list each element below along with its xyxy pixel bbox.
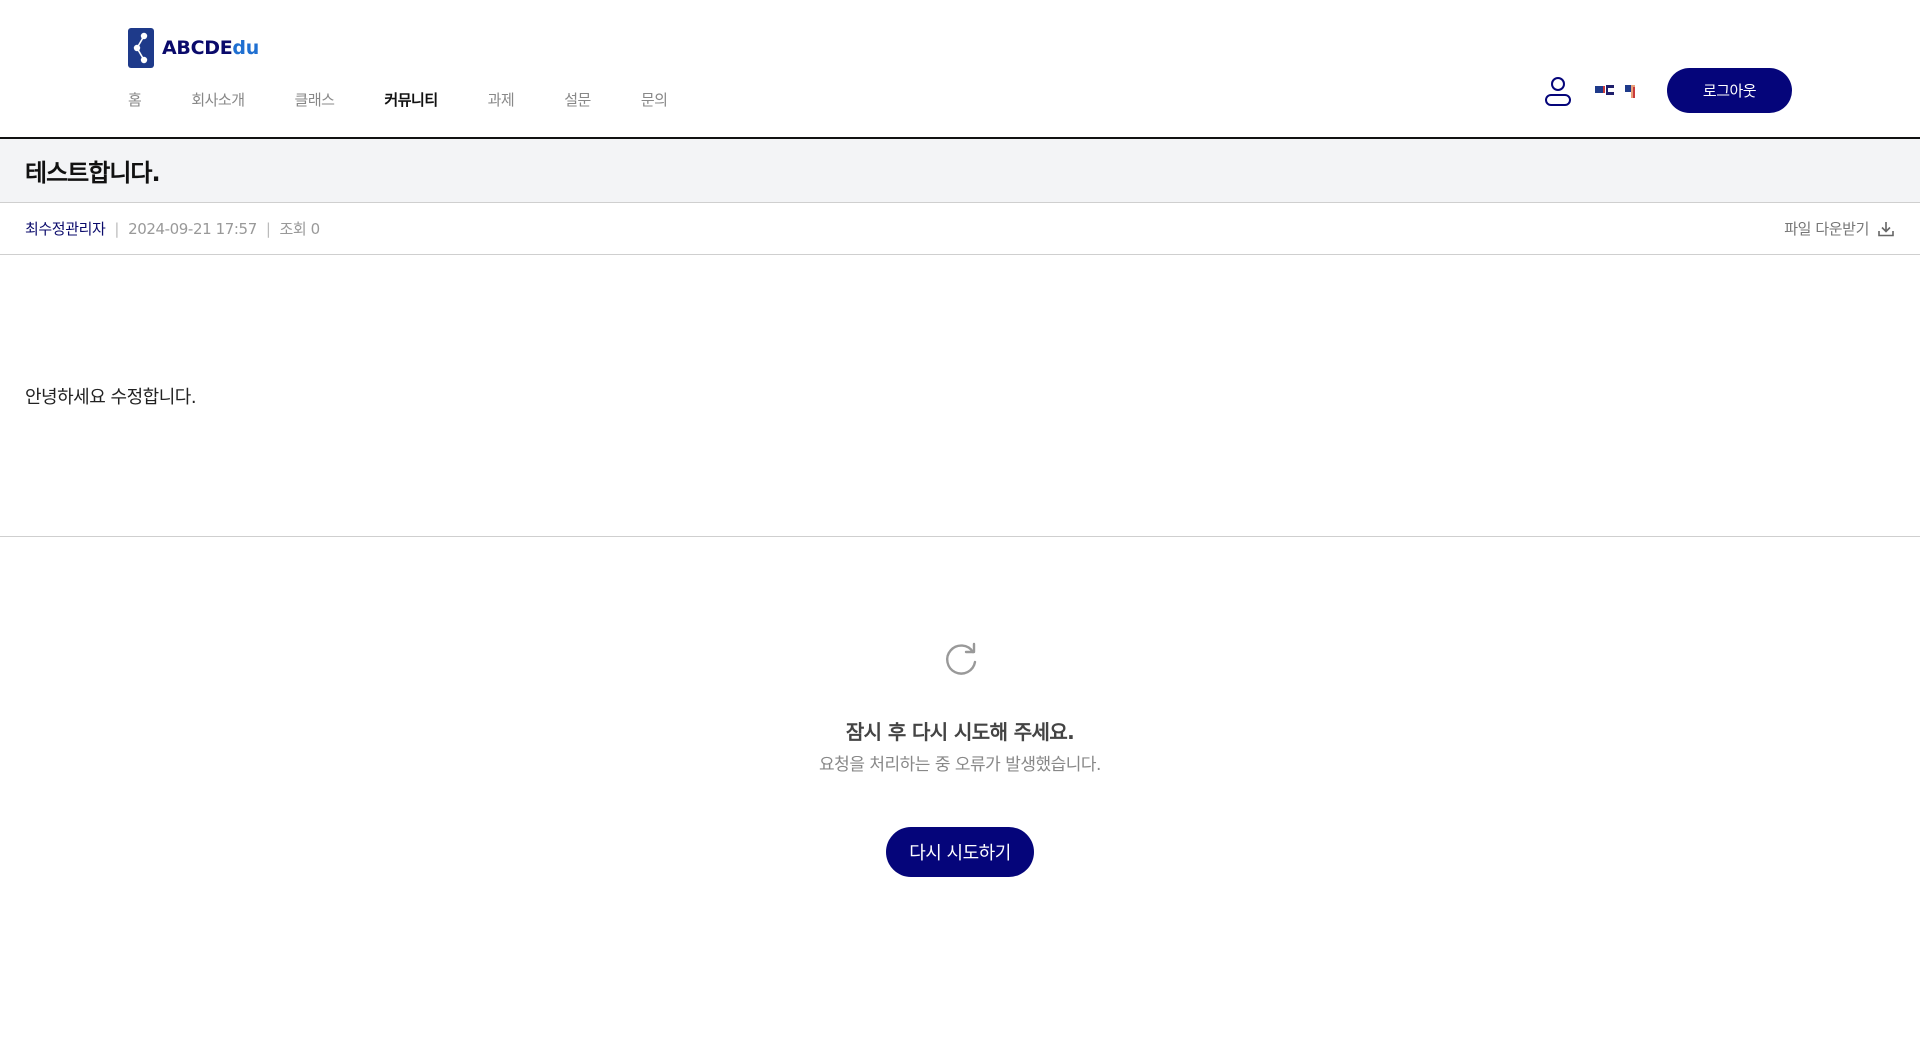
nav-item-home[interactable]: 홈 bbox=[128, 89, 142, 110]
post-content: 안녕하세요 수정합니다. bbox=[0, 255, 1920, 537]
post-title: 테스트합니다. bbox=[25, 159, 161, 187]
nav-item-company[interactable]: 회사소개 bbox=[191, 89, 245, 110]
post-title-bar: 테스트합니다. bbox=[0, 139, 1920, 203]
user-icon[interactable] bbox=[1543, 75, 1573, 107]
refresh-icon bbox=[946, 642, 977, 675]
logo-mark-icon bbox=[128, 28, 154, 68]
post-author: 최수정관리자 bbox=[25, 220, 106, 238]
logo[interactable]: ABCDEdu bbox=[128, 28, 259, 68]
download-icon bbox=[1878, 221, 1894, 236]
file-download-link[interactable]: 파일 다운받기 bbox=[1784, 218, 1895, 239]
nav-item-community[interactable]: 커뮤니티 bbox=[384, 89, 438, 110]
nav-item-assignment[interactable]: 과제 bbox=[488, 89, 515, 110]
error-panel: 잠시 후 다시 시도해 주세요. 요청을 처리하는 중 오류가 발생했습니다. … bbox=[0, 538, 1920, 1041]
language-flag-icon[interactable] bbox=[1595, 82, 1639, 100]
post-views: 조회 0 bbox=[279, 220, 321, 238]
file-download-label: 파일 다운받기 bbox=[1784, 220, 1869, 238]
post-date: 2024-09-21 17:57 bbox=[128, 219, 257, 238]
logout-button[interactable]: 로그아웃 bbox=[1667, 68, 1792, 113]
retry-button[interactable]: 다시 시도하기 bbox=[886, 827, 1034, 877]
main-nav: 홈 회사소개 클래스 커뮤니티 과제 설문 문의 bbox=[128, 88, 717, 110]
nav-item-class[interactable]: 클래스 bbox=[295, 89, 335, 110]
meta-divider: | bbox=[265, 219, 271, 238]
post-meta-bar: 최수정관리자 | 2024-09-21 17:57 | 조회 0 파일 다운받기 bbox=[0, 203, 1920, 255]
header-actions: 로그아웃 bbox=[1543, 68, 1792, 113]
error-description: 요청을 처리하는 중 오류가 발생했습니다. bbox=[819, 755, 1101, 775]
nav-item-inquiry[interactable]: 문의 bbox=[641, 89, 668, 110]
site-header: ABCDEdu 홈 회사소개 클래스 커뮤니티 과제 설문 문의 로그아웃 bbox=[0, 0, 1920, 139]
meta-divider: | bbox=[114, 219, 120, 238]
nav-item-survey[interactable]: 설문 bbox=[564, 89, 591, 110]
post-meta: 최수정관리자 | 2024-09-21 17:57 | 조회 0 bbox=[25, 218, 320, 239]
post-body: 안녕하세요 수정합니다. bbox=[25, 387, 197, 408]
logo-text: ABCDEdu bbox=[162, 37, 259, 59]
error-title: 잠시 후 다시 시도해 주세요. bbox=[845, 720, 1075, 744]
